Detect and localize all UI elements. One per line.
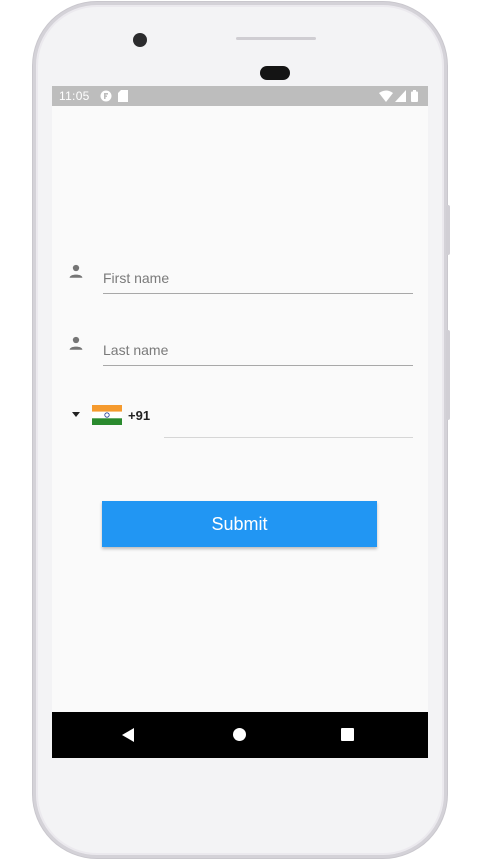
last-name-input[interactable]	[103, 334, 413, 366]
submit-button[interactable]: Submit	[102, 501, 377, 547]
dropdown-arrow-icon	[72, 412, 80, 417]
phone-number-input[interactable]	[164, 404, 413, 438]
sd-card-icon	[118, 90, 128, 102]
back-triangle-icon[interactable]	[122, 728, 134, 742]
person-icon	[69, 336, 83, 350]
status-time: 11:05	[59, 89, 90, 103]
earpiece	[260, 66, 290, 80]
person-icon	[69, 264, 83, 278]
first-name-row	[52, 246, 428, 306]
app-screen: 11:05 First name Last name +91 Submit	[52, 86, 428, 758]
power-button	[446, 330, 450, 420]
dial-code: +91	[128, 408, 151, 423]
volume-button	[446, 205, 450, 255]
last-name-row	[52, 318, 428, 378]
status-bar: 11:05	[52, 86, 428, 106]
wifi-icon	[379, 90, 393, 102]
android-nav-bar	[52, 712, 428, 758]
home-circle-icon[interactable]	[233, 728, 246, 741]
cell-signal-icon	[395, 90, 406, 102]
battery-icon	[411, 90, 418, 102]
recents-square-icon[interactable]	[341, 728, 354, 741]
front-camera	[133, 33, 147, 47]
app-notification-icon	[100, 90, 112, 102]
first-name-input[interactable]	[103, 262, 413, 294]
india-flag-icon	[92, 405, 122, 425]
speaker-grille	[236, 37, 316, 40]
country-code-picker[interactable]: +91	[68, 404, 168, 428]
